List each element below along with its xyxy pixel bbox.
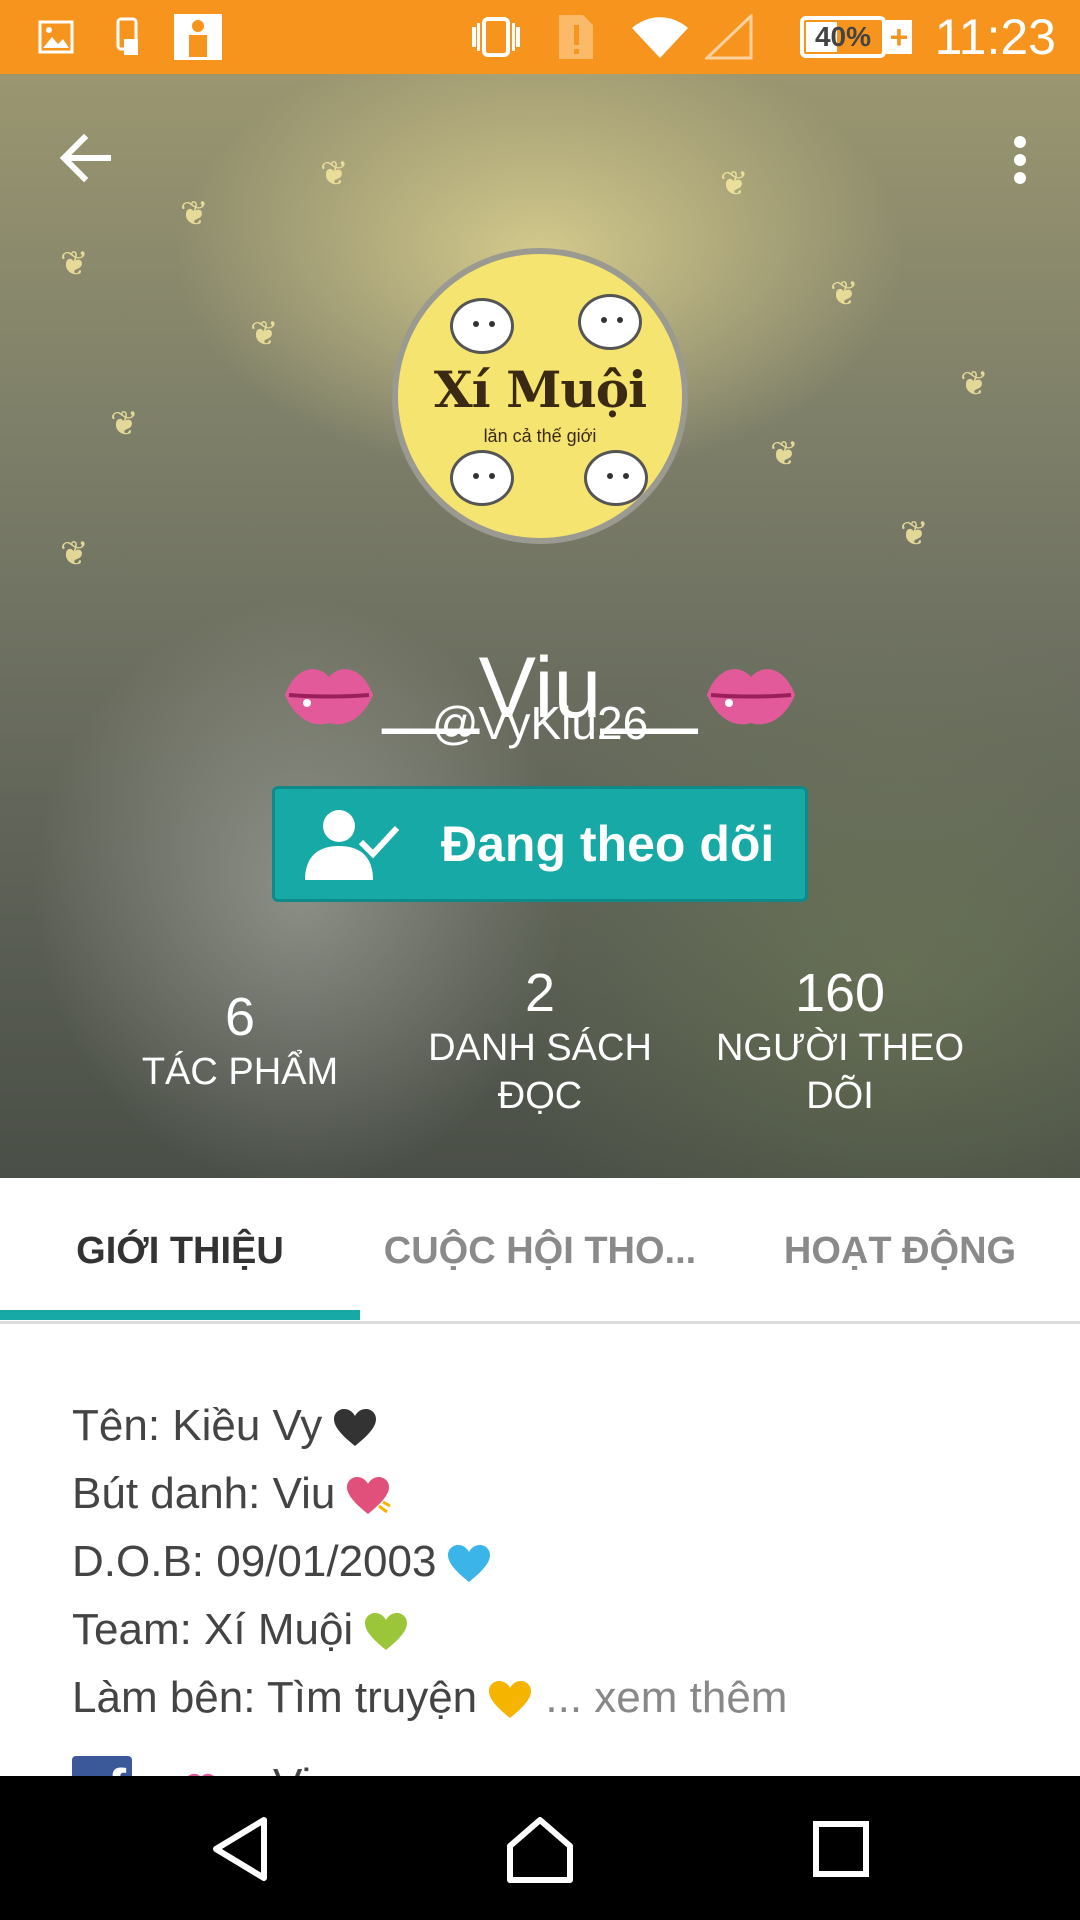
- butterfly-decoration-icon: ❦: [320, 155, 349, 193]
- butterfly-decoration-icon: ❦: [180, 195, 209, 233]
- butterfly-decoration-icon: ❦: [60, 535, 89, 573]
- charging-icon: +: [886, 20, 912, 54]
- butterfly-decoration-icon: ❦: [900, 515, 929, 553]
- stat-reading-lists-label: DANH SÁCH ĐỌC: [428, 1027, 652, 1117]
- nav-back-button[interactable]: [202, 1812, 282, 1886]
- battery-icon: 40%: [800, 16, 886, 58]
- see-more-link[interactable]: ... xem thêm: [545, 1673, 787, 1722]
- butterfly-decoration-icon: ❦: [250, 315, 279, 353]
- stat-followers-label: NGƯỜI THEO DÕI: [715, 1027, 965, 1117]
- heart-icon: [489, 1681, 532, 1719]
- nav-recents-button[interactable]: [800, 1812, 880, 1886]
- about-line-text: Team: Xí Muội: [72, 1605, 354, 1654]
- status-time: 11:23: [934, 9, 1056, 65]
- wifi-icon: [630, 14, 690, 60]
- person-card-icon: [172, 14, 224, 60]
- avatar-logo-subtitle: lăn cả thế giới: [483, 426, 597, 446]
- system-navigation-bar: [0, 1776, 1080, 1920]
- more-vertical-icon: [1014, 136, 1026, 184]
- vibrate-icon: [468, 14, 524, 60]
- stat-works[interactable]: 6 TÁC PHẨM: [110, 986, 370, 1096]
- about-line-text: Làm bên: Tìm truyện: [72, 1673, 478, 1722]
- stat-works-label: TÁC PHẨM: [141, 1051, 339, 1093]
- about-line-name: Tên: Kiều Vy: [72, 1392, 1032, 1460]
- butterfly-decoration-icon: ❦: [110, 405, 139, 443]
- about-line-dob: D.O.B: 09/01/2003: [72, 1528, 1032, 1596]
- about-line-text: D.O.B: 09/01/2003: [72, 1537, 437, 1586]
- following-button[interactable]: Đang theo dõi: [272, 786, 808, 902]
- butterfly-decoration-icon: ❦: [960, 365, 989, 403]
- heart-icon: [448, 1545, 491, 1583]
- chick-decoration-icon: [584, 450, 648, 506]
- tab-conversations[interactable]: CUỘC HỘI THO...: [360, 1178, 720, 1324]
- tab-activity[interactable]: HOẠT ĐỘNG: [720, 1178, 1080, 1324]
- status-bar: 40% + 11:23: [0, 0, 1080, 74]
- about-line-text: Tên: Kiều Vy: [72, 1401, 323, 1450]
- stat-followers-count: 160: [794, 963, 886, 1023]
- home-nav-icon: [507, 1817, 573, 1883]
- more-options-button[interactable]: [1000, 128, 1040, 192]
- back-button[interactable]: [54, 126, 118, 190]
- chick-decoration-icon: [578, 294, 642, 350]
- active-tab-indicator: [0, 1310, 360, 1320]
- about-section: Tên: Kiều Vy Bút danh: Viu D.O.B: 09/01/…: [72, 1392, 1032, 1732]
- tab-about[interactable]: GIỚI THIỆU: [0, 1178, 360, 1324]
- heart-icon: [365, 1613, 408, 1651]
- butterfly-decoration-icon: ❦: [770, 435, 799, 473]
- signal-icon: [704, 14, 754, 60]
- recents-nav-icon: [813, 1821, 869, 1877]
- butterfly-decoration-icon: ❦: [830, 275, 859, 313]
- about-line-pen-name: Bút danh: Viu: [72, 1460, 1032, 1528]
- chick-decoration-icon: [450, 298, 514, 354]
- nav-home-button[interactable]: [500, 1812, 580, 1886]
- username-handle: @VyKiu26: [431, 697, 649, 749]
- butterfly-decoration-icon: ❦: [720, 165, 749, 203]
- heart-icon: [334, 1409, 377, 1447]
- phone-transfer-icon: [110, 14, 144, 60]
- image-icon: [36, 14, 76, 60]
- following-button-label: Đang theo dõi: [441, 816, 775, 872]
- back-nav-icon: [213, 1817, 267, 1881]
- butterfly-decoration-icon: ❦: [60, 245, 89, 283]
- stat-reading-lists[interactable]: 2 DANH SÁCH ĐỌC: [410, 962, 670, 1120]
- about-line-text: Bút danh: Viu: [72, 1469, 336, 1518]
- about-line-work: Làm bên: Tìm truyện ... xem thêm: [72, 1664, 1032, 1732]
- chick-decoration-icon: [450, 450, 514, 506]
- about-line-team: Team: Xí Muội: [72, 1596, 1032, 1664]
- stat-works-count: 6: [224, 987, 256, 1047]
- profile-header: ❦ ❦ ❦ ❦ ❦ ❦ ❦ ❦ ❦ ❦ ❦ Xí Muội lăn cả thế…: [0, 74, 1080, 1178]
- stat-reading-lists-count: 2: [524, 963, 556, 1023]
- battery-percent: 40%: [814, 21, 872, 52]
- user-check-icon: [305, 810, 400, 880]
- profile-avatar[interactable]: Xí Muội lăn cả thế giới: [392, 248, 688, 544]
- alert-sim-icon: [556, 14, 596, 60]
- arrow-left-icon: [59, 133, 111, 183]
- profile-tabs: GIỚI THIỆU CUỘC HỘI THO... HOẠT ĐỘNG: [0, 1178, 1080, 1324]
- heart-icon: [347, 1477, 392, 1515]
- stat-followers[interactable]: 160 NGƯỜI THEO DÕI: [710, 962, 970, 1120]
- avatar-logo-text: Xí Muội: [433, 360, 647, 419]
